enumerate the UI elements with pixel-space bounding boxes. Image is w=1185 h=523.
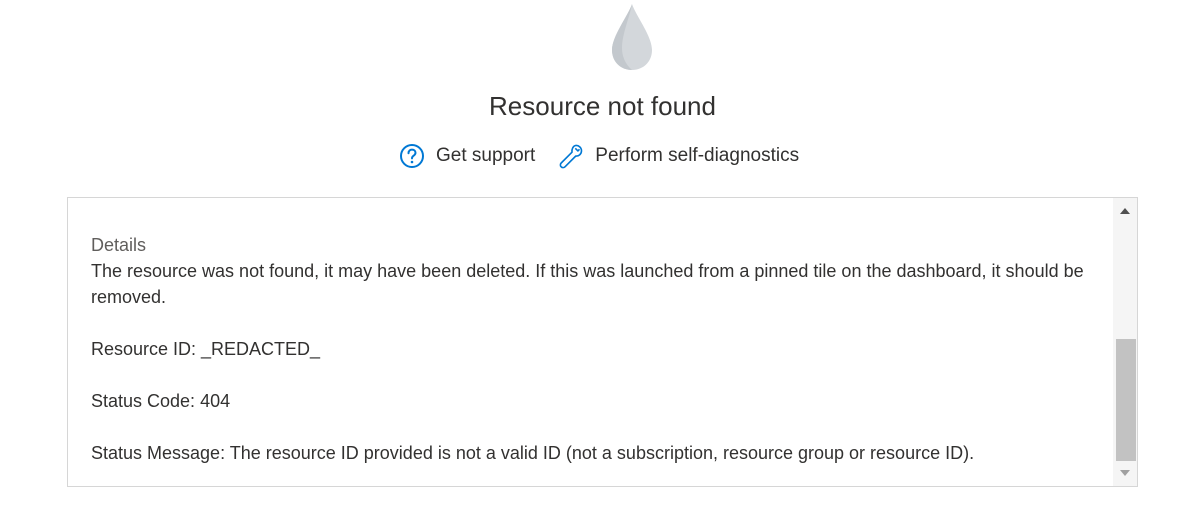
scroll-down-button[interactable] (1113, 462, 1137, 484)
get-support-label: Get support (436, 145, 536, 166)
self-diagnostics-link[interactable]: Perform self-diagnostics (557, 142, 799, 170)
error-message: The resource was not found, it may have … (91, 261, 1084, 307)
error-page: Resource not found Get support Perform s… (0, 0, 1185, 523)
page-title: Resource not found (489, 91, 716, 121)
status-code: Status Code: 404 (91, 391, 231, 411)
error-details-content: Details The resource was not found, it m… (91, 232, 1091, 466)
wrench-icon (557, 142, 585, 170)
vertical-scrollbar[interactable] (1113, 198, 1137, 486)
scroll-up-button[interactable] (1113, 200, 1137, 222)
get-support-link[interactable]: Get support (398, 142, 535, 170)
self-diagnostics-label: Perform self-diagnostics (595, 145, 800, 166)
scrollbar-thumb[interactable] (1116, 339, 1136, 461)
error-details-panel[interactable]: Details The resource was not found, it m… (67, 197, 1138, 487)
help-circle-icon (398, 142, 426, 170)
action-bar: Get support Perform self-diagnostics (398, 141, 799, 171)
triangle-up-icon (1120, 208, 1130, 214)
resource-id: Resource ID: _REDACTED_ (91, 339, 321, 359)
status-message: Status Message: The resource ID provided… (91, 443, 975, 463)
details-heading: Details (91, 235, 147, 255)
water-drop-icon (612, 4, 652, 70)
triangle-down-icon (1120, 470, 1130, 476)
